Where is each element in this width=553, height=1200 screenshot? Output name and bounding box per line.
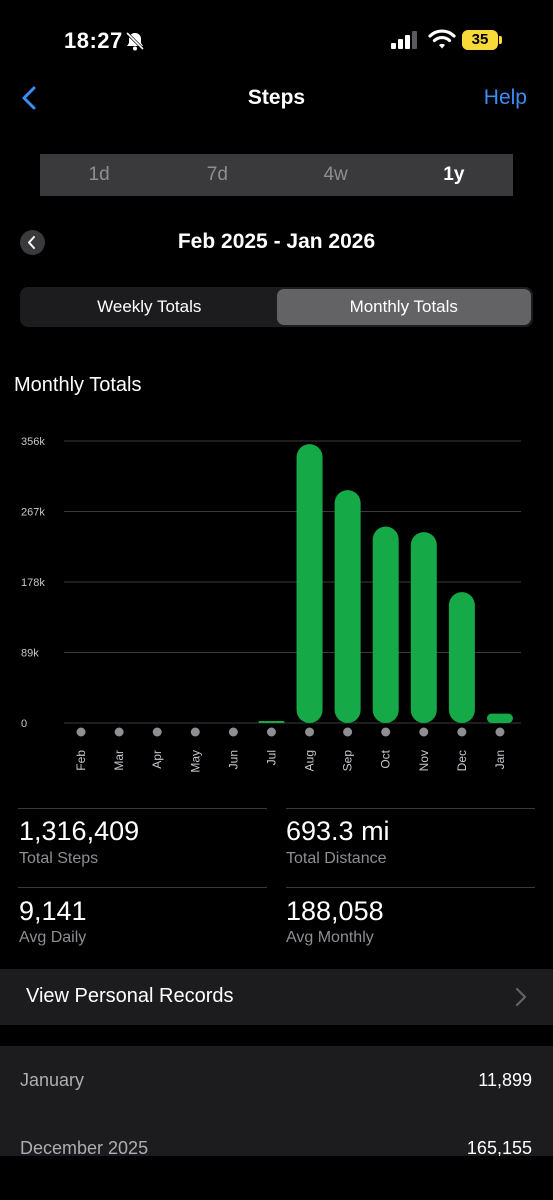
stat-divider <box>18 808 267 809</box>
x-tick-label: Jun <box>226 750 240 769</box>
x-tick-label: May <box>188 750 202 773</box>
avg-daily-label: Avg Daily <box>19 929 87 946</box>
total-distance-value: 693.3 mi <box>286 816 390 846</box>
list-item[interactable]: December 2025 165,155 <box>0 1114 553 1156</box>
list-item-steps: 11,899 <box>478 1070 532 1090</box>
x-tick-label: Dec <box>455 750 469 771</box>
avg-monthly-label: Avg Monthly <box>286 929 374 946</box>
month-dot <box>419 727 429 737</box>
battery-icon: 35 <box>462 30 498 50</box>
x-tick-label: Apr <box>150 750 164 769</box>
status-bar: 18:27 35 <box>0 0 553 80</box>
wifi-icon <box>428 29 456 49</box>
chart-bar <box>448 592 475 723</box>
period-label: Feb 2025 - Jan 2026 <box>177 230 376 253</box>
month-dot <box>457 727 467 737</box>
totals-toggle: Weekly Totals Monthly Totals <box>20 287 533 327</box>
x-tick-label: Jul <box>264 750 278 765</box>
x-tick-label: Jan <box>493 750 507 769</box>
month-dot <box>76 727 86 737</box>
range-tab-7d[interactable]: 7d <box>158 154 276 196</box>
range-tab-1y[interactable]: 1y <box>395 154 513 196</box>
month-dot <box>343 727 353 737</box>
y-tick-label: 89k <box>21 648 39 660</box>
range-selector: 1d 7d 4w 1y <box>40 154 513 196</box>
chevron-right-icon <box>515 987 527 1007</box>
chart-bar <box>296 444 323 723</box>
y-tick-label: 267k <box>21 507 45 519</box>
chart-bar <box>410 532 437 723</box>
range-tab-4w[interactable]: 4w <box>277 154 395 196</box>
x-tick-label: Oct <box>379 749 393 768</box>
list-item-steps: 165,155 <box>466 1138 532 1156</box>
x-tick-label: Nov <box>417 750 431 771</box>
y-tick-label: 178k <box>21 577 45 589</box>
total-steps-value: 1,316,409 <box>19 816 140 846</box>
chart-bar <box>486 713 513 723</box>
battery-tip <box>499 36 502 44</box>
chart-bar <box>372 526 399 723</box>
monthly-totals-tab[interactable]: Monthly Totals <box>276 289 531 325</box>
weekly-totals-tab[interactable]: Weekly Totals <box>22 289 277 325</box>
monthly-steps-chart: 0 89k 178k 267k 356k Feb Mar Apr May Jun Jul Aug Sep… <box>21 436 521 773</box>
month-dot <box>495 727 505 737</box>
list-item-month: December 2025 <box>20 1138 149 1156</box>
view-personal-records-row[interactable]: View Personal Records <box>0 969 553 1025</box>
monthly-list: January 11,899 December 2025 165,155 <box>0 1046 553 1156</box>
month-dot <box>381 727 391 737</box>
list-item[interactable]: January 11,899 <box>0 1046 553 1106</box>
help-button[interactable]: Help <box>484 86 527 110</box>
x-tick-label: Feb <box>74 750 88 771</box>
chart-bar <box>258 721 285 723</box>
stat-divider <box>286 808 535 809</box>
month-dot <box>305 727 315 737</box>
chart-title: Monthly Totals <box>14 374 142 396</box>
total-distance-label: Total Distance <box>286 850 387 867</box>
chart-bar <box>334 490 361 723</box>
stat-divider <box>286 887 535 888</box>
total-steps-label: Total Steps <box>19 850 99 867</box>
avg-monthly-value: 188,058 <box>286 896 384 926</box>
month-dot <box>266 727 276 737</box>
month-dot <box>152 727 162 737</box>
silent-bell-icon <box>125 31 145 51</box>
view-personal-records-label: View Personal Records <box>26 985 234 1007</box>
page-title: Steps <box>247 86 306 109</box>
cellular-signal-icon <box>391 31 417 49</box>
stat-divider <box>18 887 267 888</box>
x-tick-label: Aug <box>303 750 317 771</box>
x-tick-label: Mar <box>112 750 126 771</box>
y-tick-label: 356k <box>21 436 45 448</box>
month-dot <box>114 727 124 737</box>
month-dot <box>228 727 238 737</box>
month-dot <box>190 727 200 737</box>
x-tick-label: Sep <box>341 750 355 772</box>
range-tab-1d[interactable]: 1d <box>40 154 158 196</box>
status-time: 18:27 <box>64 28 123 53</box>
list-item-month: January <box>20 1070 85 1090</box>
avg-daily-value: 9,141 <box>19 896 87 926</box>
y-tick-label: 0 <box>21 718 27 730</box>
